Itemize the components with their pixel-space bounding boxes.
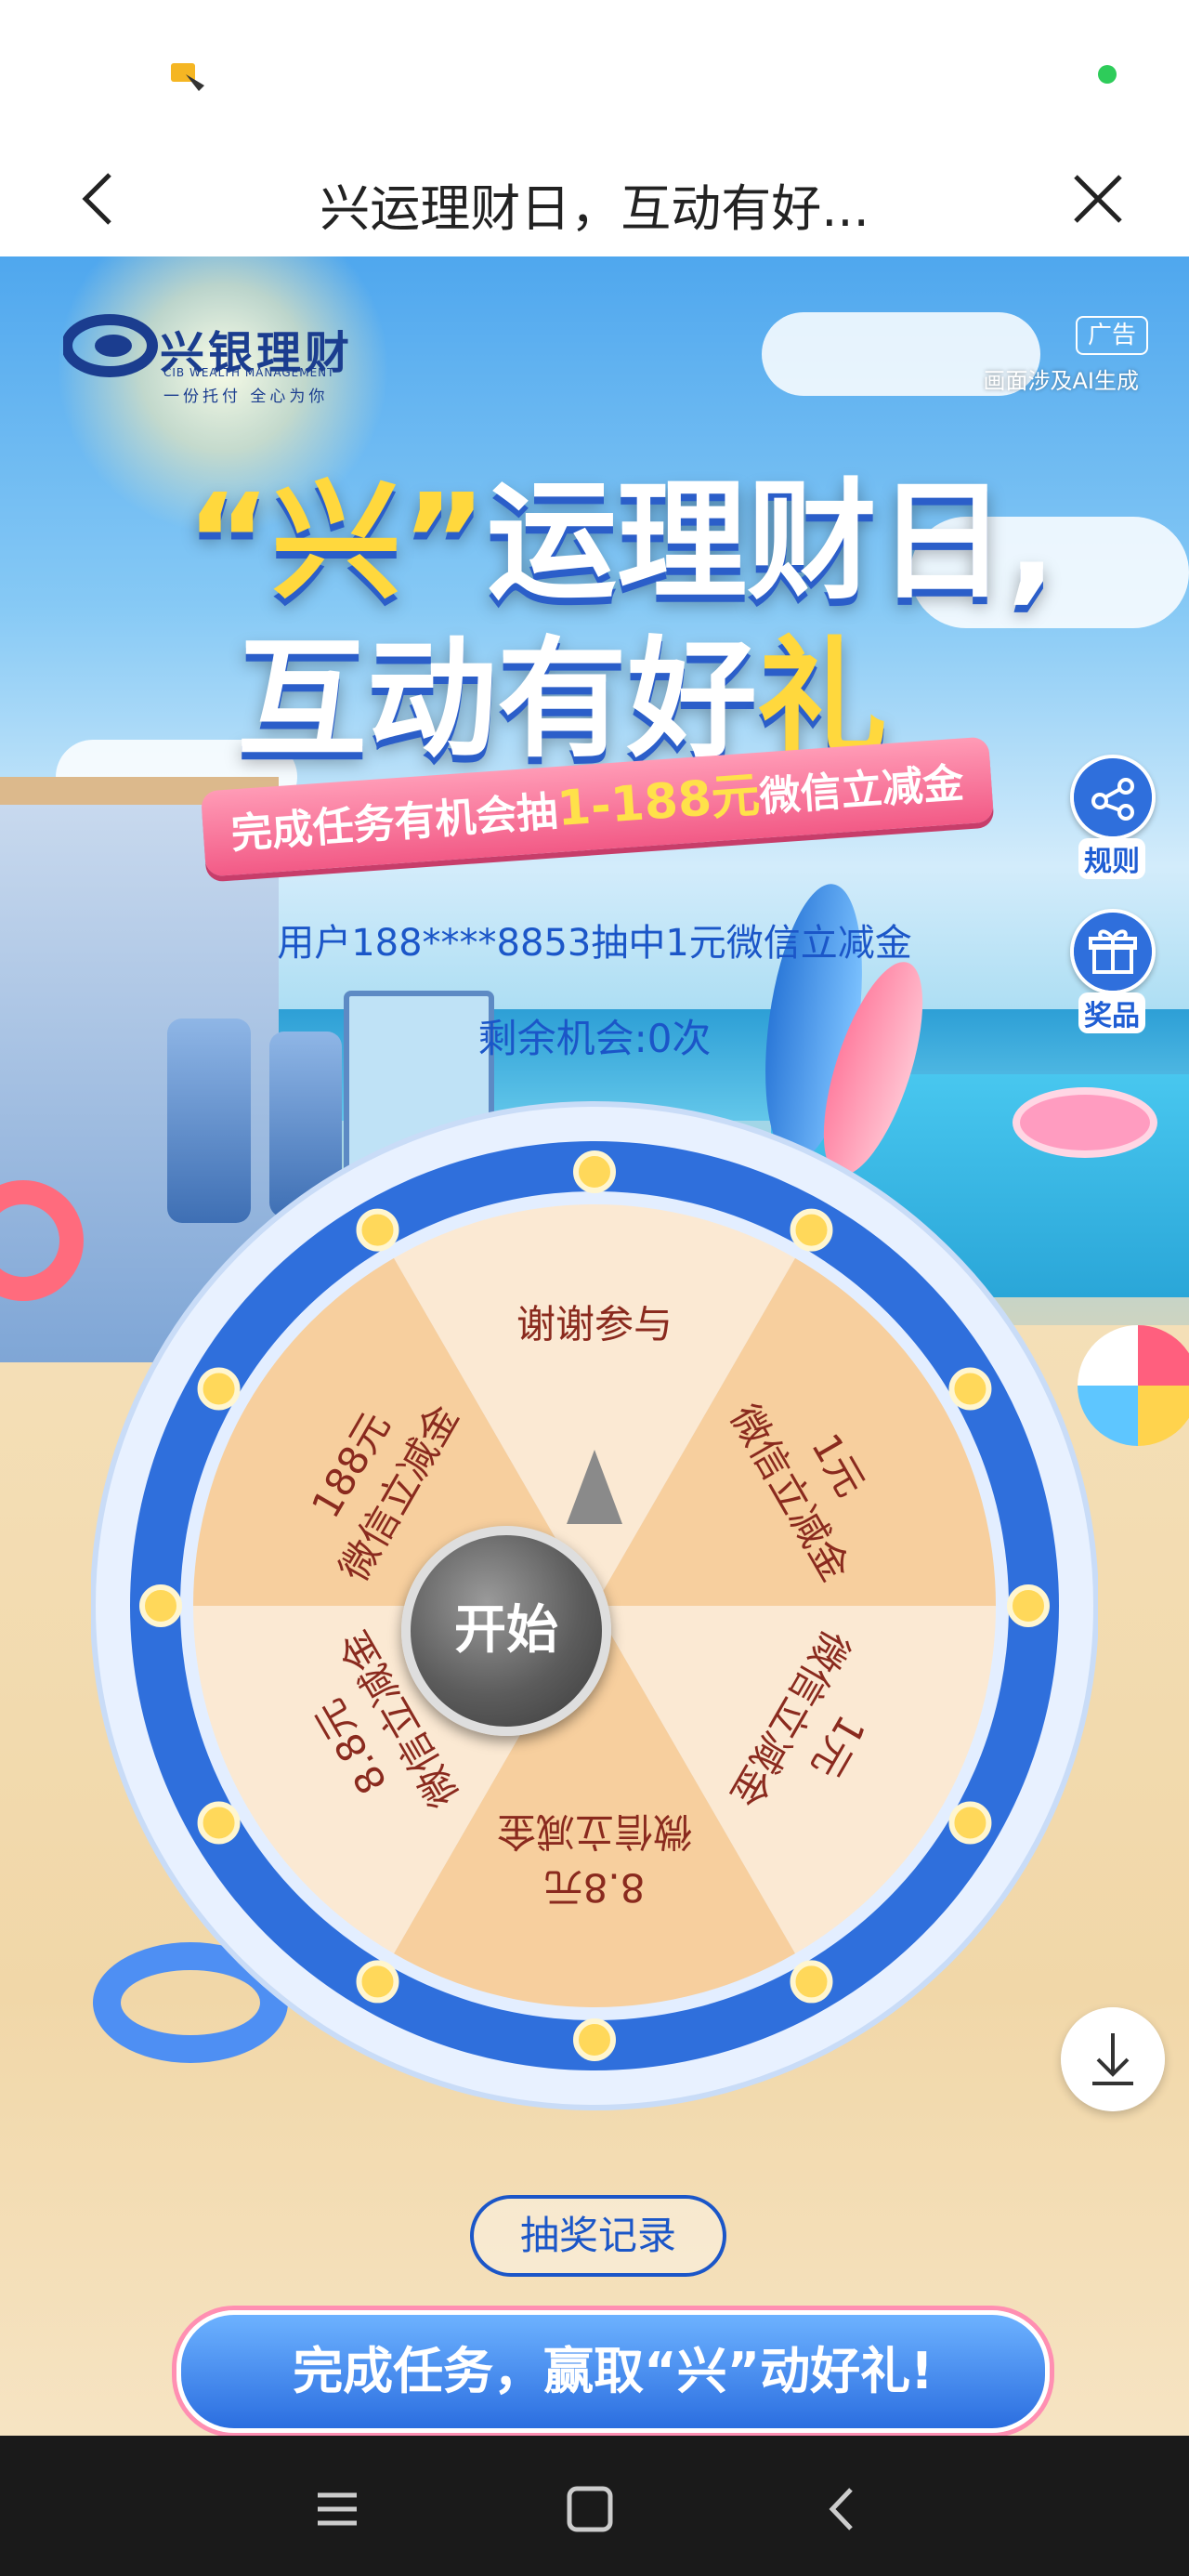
ribbon-suffix: 微信立减金 xyxy=(758,759,966,821)
ad-badge: 广告 xyxy=(1076,316,1148,355)
app-notification-icon xyxy=(171,63,204,91)
wheel-bulb xyxy=(356,1208,399,1252)
back-icon[interactable] xyxy=(810,2477,875,2542)
ribbon-prefix: 完成任务有机会抽 xyxy=(229,788,559,859)
wheel-bulb xyxy=(1007,1584,1050,1627)
nav-bar: 兴运理财日，互动有好... xyxy=(0,139,1189,257)
page-title: 兴运理财日，互动有好... xyxy=(320,179,869,238)
close-icon[interactable] xyxy=(1061,162,1135,236)
share-nodes-icon xyxy=(1070,755,1156,840)
wheel-bulb xyxy=(948,1801,992,1845)
rules-button[interactable]: 规则 xyxy=(1070,755,1156,879)
ai-generated-note: 画面涉及AI生成 xyxy=(983,368,1140,394)
chevron-left-icon[interactable] xyxy=(65,162,139,236)
status-bar xyxy=(0,0,1189,139)
wheel-bulb xyxy=(790,1960,833,2004)
wheel-bulb xyxy=(790,1208,833,1252)
winner-ticker: 用户188****8853抽中1元微信立减金 xyxy=(277,922,912,965)
wheel-bulb xyxy=(948,1367,992,1411)
system-nav-bar xyxy=(0,2436,1189,2576)
wheel-segment-sublabel: 微信立减金 xyxy=(497,1809,692,1855)
wheel-bulb xyxy=(573,1150,616,1193)
wheel-bulb xyxy=(356,1960,399,2004)
status-indicator-dot xyxy=(1098,65,1117,84)
menu-icon[interactable] xyxy=(305,2477,370,2542)
remaining-chances: 剩余机会:0次 xyxy=(477,1016,712,1061)
home-icon[interactable] xyxy=(557,2477,622,2542)
draw-record-button[interactable]: 抽奖记录 xyxy=(470,2195,726,2277)
page: 兴运理财日，互动有好... 兴银理财 CIB WEALTH MANAGEMENT… xyxy=(0,0,1189,2576)
wheel-bulb xyxy=(573,2018,616,2061)
start-spin-button[interactable]: 开始 xyxy=(401,1526,611,1736)
headline2-text: 互动有好 xyxy=(237,624,758,776)
wheel-bulb xyxy=(197,1801,241,1845)
wheel-segment-label: 谢谢参与 xyxy=(516,1302,673,1347)
brand-english-name: CIB WEALTH MANAGEMENT xyxy=(163,366,335,379)
wheel-bulb xyxy=(139,1584,182,1627)
rules-label: 规则 xyxy=(1078,838,1145,879)
wheel-bulb xyxy=(197,1367,241,1411)
wheel-segment-label: 8.8元 xyxy=(544,1865,646,1911)
download-icon[interactable] xyxy=(1061,2007,1165,2111)
brand-slogan: 一份托付 全心为你 xyxy=(163,388,329,406)
ribbon-amount: 1-188元 xyxy=(555,767,762,837)
task-banner[interactable]: 完成任务，赢取“兴”动好礼! xyxy=(176,2310,1050,2433)
